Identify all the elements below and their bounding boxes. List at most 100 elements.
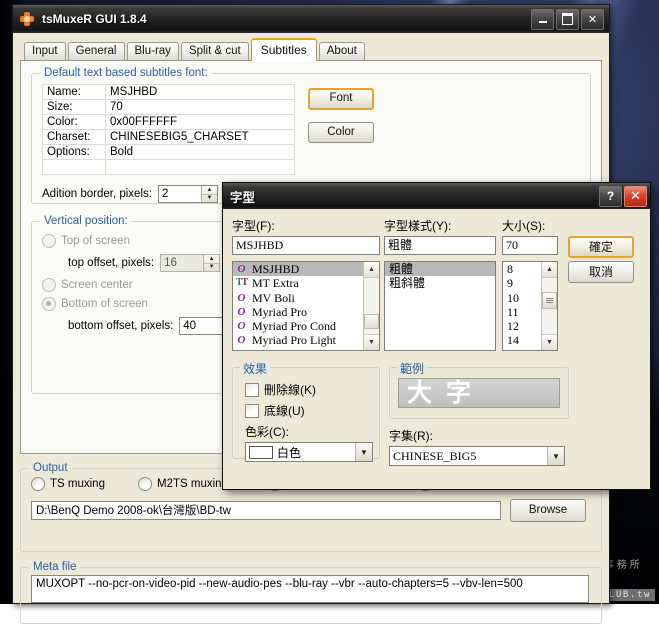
border-pixels-stepper[interactable]: 2 ▲ ▼ xyxy=(157,185,218,203)
font-family-name: MSJHBD xyxy=(252,262,300,276)
font-family-list-items: O MSJHBD TT MT Extra O MV Boli O Myriad … xyxy=(233,262,363,350)
radio-icon-bottom-of-screen[interactable] xyxy=(42,297,56,311)
radio-ts-muxing[interactable]: TS muxing xyxy=(31,477,138,491)
minimize-button[interactable] xyxy=(531,8,554,30)
ok-button[interactable]: 確定 xyxy=(568,236,634,258)
tab-subtitles[interactable]: Subtitles xyxy=(250,38,317,61)
scrollbar-thumb[interactable] xyxy=(364,314,379,329)
radio-icon-ts-muxing[interactable] xyxy=(31,477,45,491)
sample-group-title: 範例 xyxy=(397,360,428,377)
top-offset-stepper[interactable]: 16 ▲ ▼ xyxy=(160,254,221,272)
strikeout-checkbox[interactable] xyxy=(245,382,259,397)
script-combobox-value: CHINESE_BIG5 xyxy=(393,448,477,463)
top-offset-spin-buttons[interactable]: ▲ ▼ xyxy=(203,255,220,272)
spin-up-icon[interactable]: ▲ xyxy=(201,186,217,195)
list-item[interactable]: 16 xyxy=(503,348,541,350)
underline-checkbox[interactable] xyxy=(245,403,259,418)
font-size-list[interactable]: 8 9 10 11 12 14 16 ▲ ▼ xyxy=(502,261,558,351)
list-item[interactable]: O Myriad Pro xyxy=(233,305,363,319)
help-button[interactable]: ? xyxy=(599,185,622,207)
scroll-up-icon[interactable]: ▲ xyxy=(364,262,379,278)
default-font-group-title: Default text based subtitles font: xyxy=(40,67,212,79)
scroll-down-icon[interactable]: ▼ xyxy=(542,334,557,350)
list-item[interactable]: 12 xyxy=(503,319,541,333)
meta-file-textarea[interactable]: MUXOPT --no-pcr-on-video-pid --new-audio… xyxy=(31,575,589,603)
radio-label-screen-center: Screen center xyxy=(61,279,133,291)
font-size-input[interactable]: 70 xyxy=(502,236,558,255)
font-style-input[interactable]: 粗體 xyxy=(384,236,496,255)
main-title-bar[interactable]: tsMuxeR GUI 1.8.4 ✕ xyxy=(13,5,609,33)
font-size-list-scrollbar[interactable]: ▲ ▼ xyxy=(541,262,557,350)
truetype-icon: TT xyxy=(235,277,248,289)
bottom-offset-value[interactable]: 40 xyxy=(180,318,222,334)
color-button[interactable]: Color xyxy=(308,122,374,143)
font-size-value: 9 xyxy=(507,276,513,291)
font-family-input[interactable]: MSJHBD xyxy=(232,236,380,255)
scroll-up-icon[interactable]: ▲ xyxy=(542,262,557,278)
list-item[interactable]: O MV Boli xyxy=(233,291,363,305)
radio-label-top-of-screen: Top of screen xyxy=(61,235,131,247)
tab-about[interactable]: About xyxy=(318,42,365,60)
font-family-name: MT Extra xyxy=(252,276,299,291)
font-family-list-scrollbar[interactable]: ▲ ▼ xyxy=(363,262,379,350)
strikeout-checkbox-row[interactable]: 刪除線(K) xyxy=(245,381,375,398)
border-pixels-spin-buttons[interactable]: ▲ ▼ xyxy=(200,186,217,203)
font-info-value-blank xyxy=(105,159,295,175)
font-style-name: 粗斜體 xyxy=(389,276,426,291)
list-item[interactable]: 粗斜體 xyxy=(385,276,495,290)
list-item[interactable]: 9 xyxy=(503,276,541,290)
list-item[interactable]: TT MT Extra xyxy=(233,276,363,290)
spin-up-icon[interactable]: ▲ xyxy=(204,255,220,264)
tab-bluray[interactable]: Blu-ray xyxy=(126,42,179,60)
chevron-down-icon[interactable]: ▼ xyxy=(355,443,372,461)
opentype-icon: O xyxy=(237,291,246,304)
font-info-table: Name: MSJHBD Size: 70 Color: 0x00FFFFFF xyxy=(42,84,295,175)
maximize-button[interactable] xyxy=(556,8,579,30)
list-item[interactable]: TT Myriad Web xyxy=(233,348,363,350)
list-item[interactable]: 10 xyxy=(503,291,541,305)
radio-icon-screen-center[interactable] xyxy=(42,278,56,292)
list-item[interactable]: 11 xyxy=(503,305,541,319)
spin-down-icon[interactable]: ▼ xyxy=(204,264,219,272)
script-combobox[interactable]: CHINESE_BIG5 ▼ xyxy=(389,446,565,466)
color-combobox[interactable]: 白色 ▼ xyxy=(245,442,373,462)
font-info-value-size: 70 xyxy=(105,99,295,115)
scrollbar-track[interactable] xyxy=(364,278,379,334)
close-button[interactable]: ✕ xyxy=(581,8,604,30)
list-item[interactable]: 14 xyxy=(503,333,541,347)
table-row: Options: Bold xyxy=(42,144,295,160)
list-item[interactable]: 8 xyxy=(503,262,541,276)
browse-button[interactable]: Browse xyxy=(510,499,586,522)
font-info-value-charset: CHINESEBIG5_CHARSET xyxy=(105,129,295,145)
tab-general[interactable]: General xyxy=(67,42,125,60)
scroll-down-icon[interactable]: ▼ xyxy=(364,334,379,350)
border-pixels-label: Adition border, pixels: xyxy=(42,188,152,200)
underline-checkbox-row[interactable]: 底線(U) xyxy=(245,402,375,419)
script-label: 字集(R): xyxy=(389,429,433,443)
spin-down-icon[interactable]: ▼ xyxy=(202,195,217,203)
cancel-button[interactable]: 取消 xyxy=(568,261,634,283)
scrollbar-track[interactable] xyxy=(542,278,557,334)
output-group-title: Output xyxy=(29,462,72,474)
radio-label-ts-muxing: TS muxing xyxy=(50,478,105,490)
tab-input[interactable]: Input xyxy=(24,42,66,60)
radio-icon-top-of-screen[interactable] xyxy=(42,234,56,248)
scrollbar-thumb[interactable] xyxy=(542,292,557,309)
font-dialog-title-bar[interactable]: 字型 ? ✕ xyxy=(223,183,650,209)
tab-split-cut[interactable]: Split & cut xyxy=(180,42,249,60)
font-button[interactable]: Font xyxy=(308,88,374,110)
font-family-list[interactable]: O MSJHBD TT MT Extra O MV Boli O Myriad … xyxy=(232,261,380,351)
list-item[interactable]: O MSJHBD xyxy=(233,262,363,277)
list-item[interactable]: O Myriad Pro Light xyxy=(233,333,363,347)
list-item[interactable]: 粗體 xyxy=(385,262,495,277)
underline-label: 底線(U) xyxy=(264,404,305,418)
font-style-list[interactable]: 粗體 粗斜體 xyxy=(384,261,496,351)
output-path-input[interactable]: D:\BenQ Demo 2008-ok\台灣版\BD-tw xyxy=(31,501,501,520)
chevron-down-icon[interactable]: ▼ xyxy=(547,447,564,465)
top-offset-value[interactable]: 16 xyxy=(161,255,203,271)
radio-icon-m2ts-muxing[interactable] xyxy=(138,477,152,491)
list-item[interactable]: O Myriad Pro Cond xyxy=(233,319,363,333)
opentype-icon: O xyxy=(237,263,246,275)
border-pixels-value[interactable]: 2 xyxy=(159,186,201,202)
font-dialog-close-button[interactable]: ✕ xyxy=(624,185,647,207)
